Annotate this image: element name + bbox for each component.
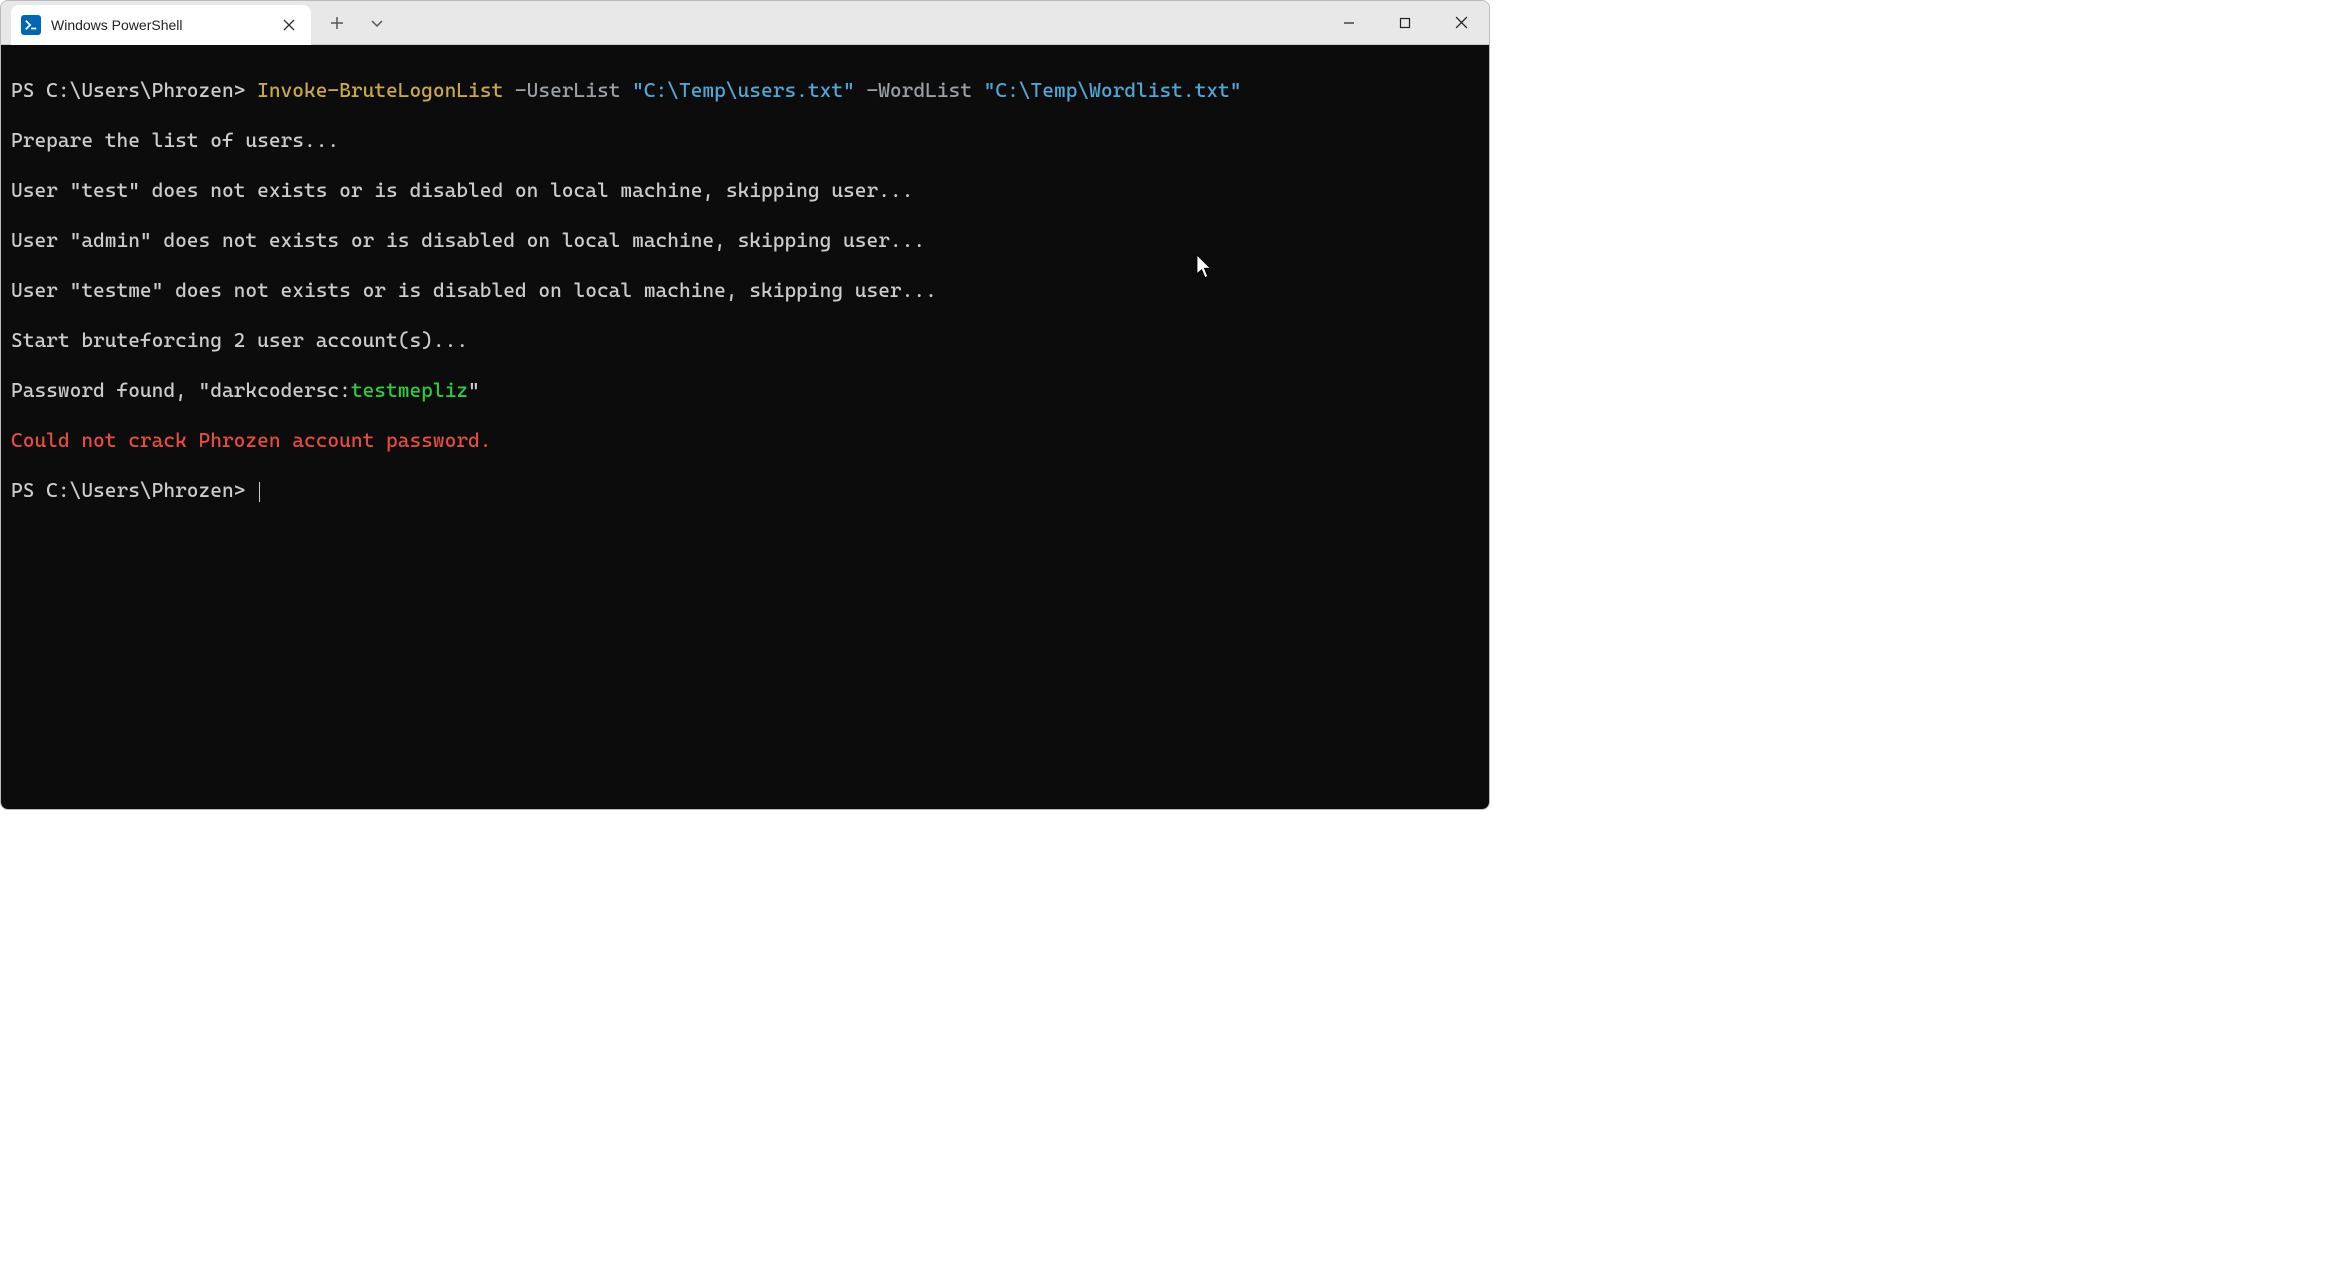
param-flag: -UserList — [503, 78, 632, 102]
param-value: "C:\Temp\Wordlist.txt" — [984, 78, 1242, 102]
prompt: PS C:\Users\Phrozen> — [11, 478, 257, 502]
tab-dropdown-button[interactable] — [359, 5, 395, 41]
tab-close-button[interactable] — [279, 15, 299, 35]
password-found-line: Password found, "darkcodersc:testmepliz" — [11, 378, 1479, 403]
output-line: Prepare the list of users... — [11, 128, 1479, 153]
error-line: Could not crack Phrozen account password… — [11, 428, 1479, 453]
param-value: "C:\Temp\users.txt" — [632, 78, 855, 102]
output-line: User "testme" does not exists or is disa… — [11, 278, 1479, 303]
tab-actions — [319, 1, 395, 44]
titlebar-spacer — [395, 1, 1321, 44]
tab-title: Windows PowerShell — [51, 17, 269, 33]
found-password: testmepliz — [351, 378, 468, 402]
terminal-window: Windows PowerShell — [0, 0, 1490, 810]
tab-powershell[interactable]: Windows PowerShell — [11, 5, 311, 45]
found-suffix: " — [468, 378, 480, 402]
cmdlet-name: Invoke-BruteLogonList — [257, 78, 503, 102]
window-controls — [1321, 1, 1489, 44]
new-tab-button[interactable] — [319, 5, 355, 41]
minimize-button[interactable] — [1321, 1, 1377, 44]
terminal-body[interactable]: PS C:\Users\Phrozen> Invoke-BruteLogonLi… — [1, 45, 1489, 809]
output-line: User "admin" does not exists or is disab… — [11, 228, 1479, 253]
text-cursor — [259, 482, 260, 502]
output-line: Start bruteforcing 2 user account(s)... — [11, 328, 1479, 353]
close-window-button[interactable] — [1433, 1, 1489, 44]
maximize-button[interactable] — [1377, 1, 1433, 44]
prompt-line: PS C:\Users\Phrozen> — [11, 478, 1479, 503]
prompt: PS C:\Users\Phrozen> — [11, 78, 257, 102]
command-line: PS C:\Users\Phrozen> Invoke-BruteLogonLi… — [11, 78, 1479, 103]
powershell-icon — [21, 15, 41, 35]
param-flag: -WordList — [855, 78, 984, 102]
output-line: User "test" does not exists or is disabl… — [11, 178, 1479, 203]
found-prefix: Password found, "darkcodersc: — [11, 378, 351, 402]
titlebar: Windows PowerShell — [1, 1, 1489, 45]
